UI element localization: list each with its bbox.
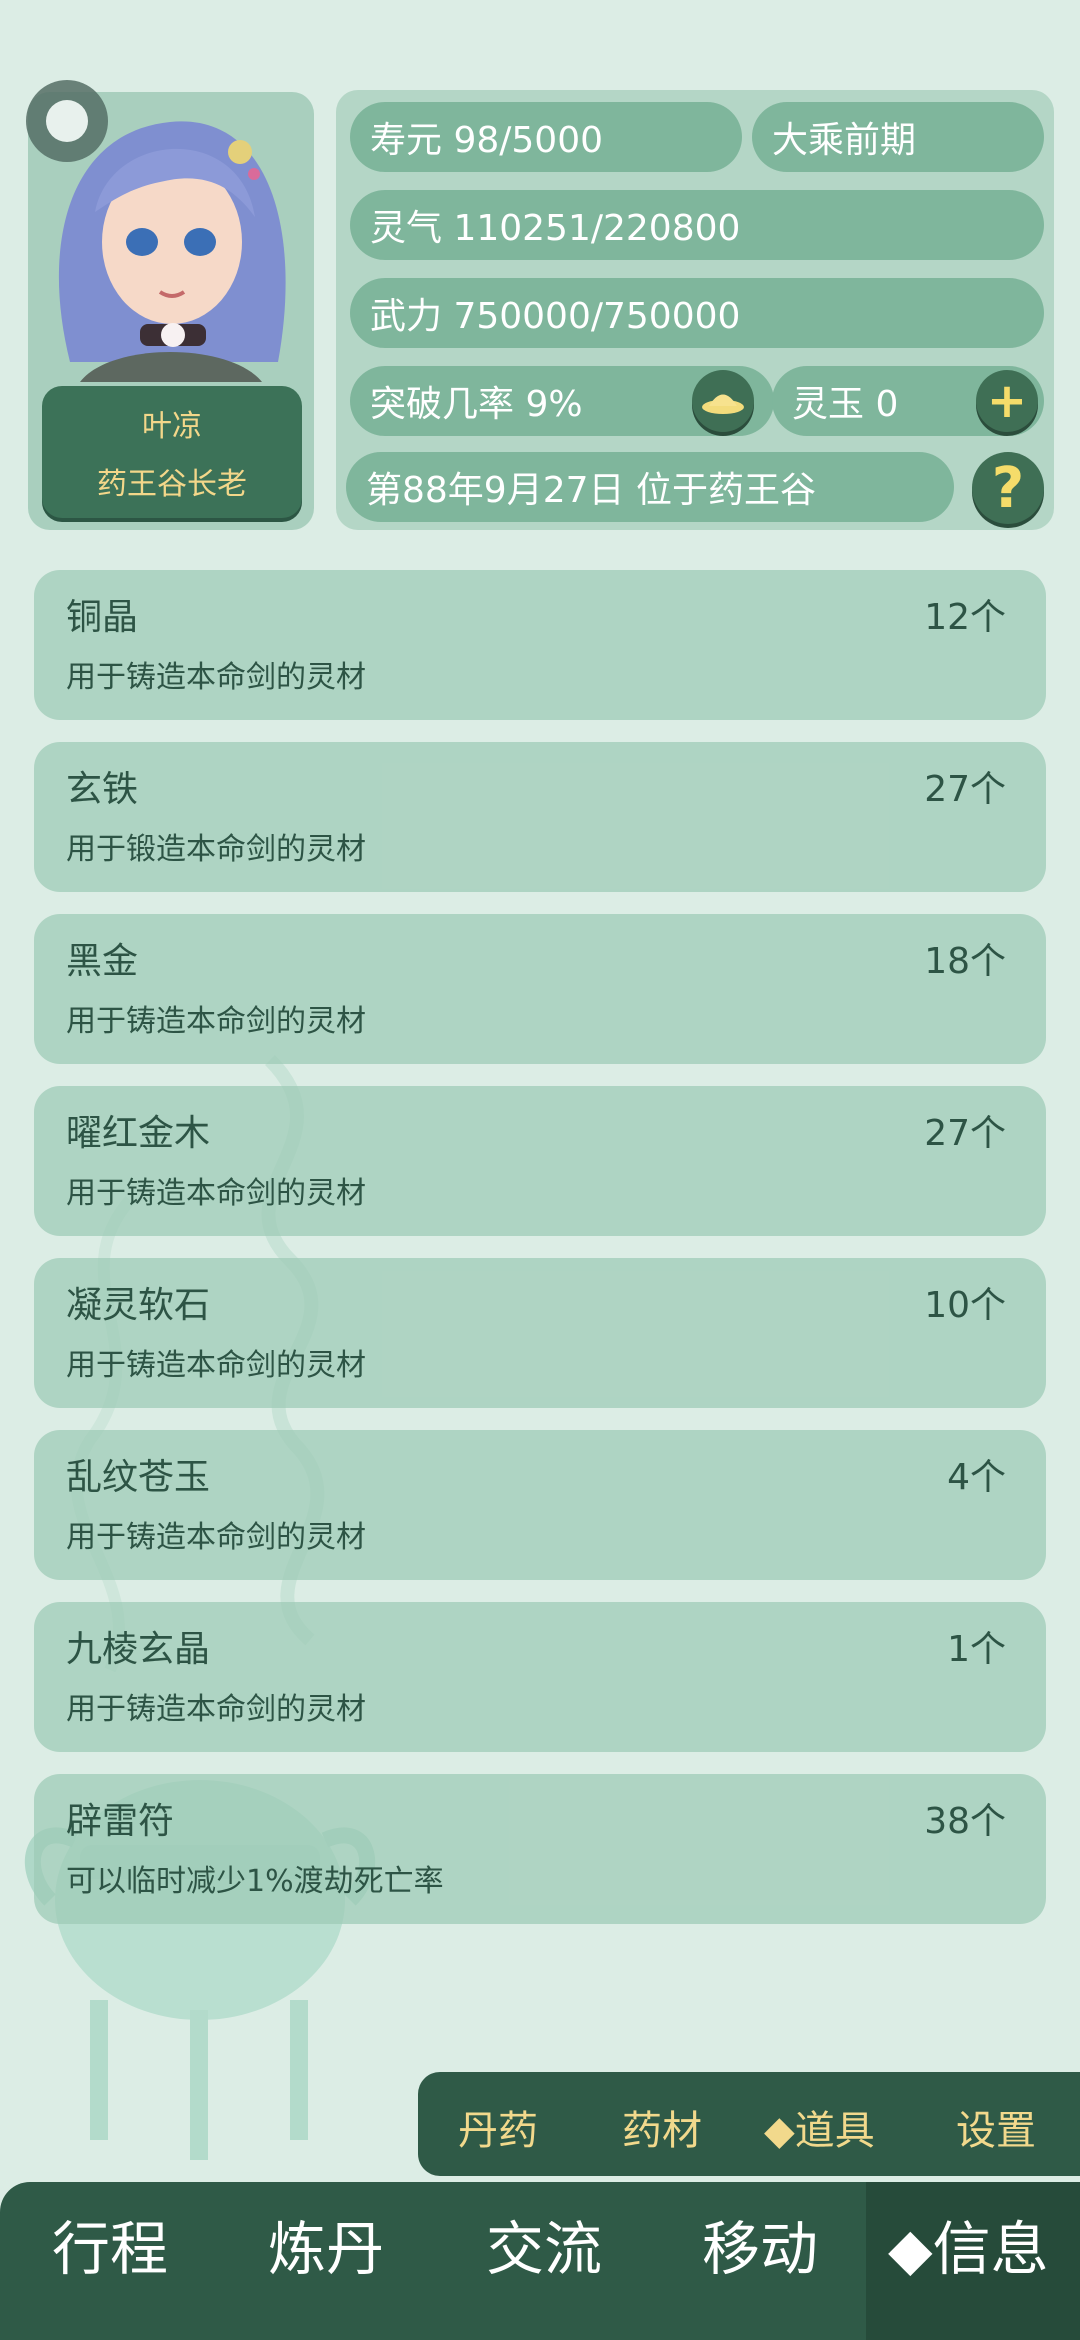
list-item[interactable]: 乱纹苍玉 4个 用于铸造本命剑的灵材 [34,1430,1046,1580]
nav-alchemy[interactable]: 炼丹 [268,2202,384,2286]
subtab-settings[interactable]: 设置 [956,2098,1036,2156]
item-name: 玄铁 [66,769,139,810]
item-count: 4个 [947,1457,1006,1498]
force-stat: 武力 750000/750000 [350,278,1044,348]
toggle-icon[interactable] [26,80,108,162]
item-description: 用于铸造本命剑的灵材 [66,660,366,695]
breakthrough-button[interactable] [692,370,754,432]
plus-icon: + [986,373,1028,429]
lotus-hat-icon [702,394,744,414]
item-description: 用于铸造本命剑的灵材 [66,1004,366,1039]
date-location-stat: 第88年9月27日 位于药王谷 [346,452,954,522]
app-root: 叶凉 药王谷长老 寿元 98/5000 大乘前期 灵气 110251/22080… [0,0,1080,2340]
item-description: 用于铸造本命剑的灵材 [66,1692,366,1727]
character-nameplate[interactable]: 叶凉 药王谷长老 [42,386,302,518]
list-item[interactable]: 铜晶 12个 用于铸造本命剑的灵材 [34,570,1046,720]
add-jade-button[interactable]: + [976,370,1038,432]
stats-panel: 寿元 98/5000 大乘前期 灵气 110251/220800 武力 7500… [336,90,1054,530]
question-icon: ? [991,455,1025,521]
subtab-items[interactable]: ◆道具 [764,2098,875,2156]
item-description: 用于锻造本命剑的灵材 [66,832,366,867]
item-name: 辟雷符 [66,1801,175,1842]
list-item[interactable]: 黑金 18个 用于铸造本命剑的灵材 [34,914,1046,1064]
item-name: 九棱玄晶 [66,1629,211,1670]
item-count: 18个 [924,941,1006,982]
item-description: 用于铸造本命剑的灵材 [66,1176,366,1211]
item-count: 27个 [924,1113,1006,1154]
help-button[interactable]: ? [972,452,1044,524]
nav-move[interactable]: 移动 [702,2202,818,2286]
item-description: 用于铸造本命剑的灵材 [66,1520,366,1555]
jade-stat: 灵玉 0 [792,384,899,425]
breakthrough-stat: 突破几率 9% [370,384,583,425]
character-name: 叶凉 [142,409,202,444]
inventory-subtabs: 丹药 药材 ◆道具 设置 [418,2072,1080,2176]
item-name: 乱纹苍玉 [66,1457,211,1498]
item-count: 12个 [924,597,1006,638]
subtab-pills[interactable]: 丹药 [458,2098,538,2156]
item-count: 1个 [947,1629,1006,1670]
profile-card: 叶凉 药王谷长老 [26,80,314,530]
subtab-herbs[interactable]: 药材 [622,2098,702,2156]
item-count: 10个 [924,1285,1006,1326]
spirit-stat: 灵气 110251/220800 [350,190,1044,260]
item-description: 用于铸造本命剑的灵材 [66,1348,366,1383]
nav-info[interactable]: ◆信息 [888,2202,1049,2286]
character-title: 药王谷长老 [97,467,247,502]
list-item[interactable]: 玄铁 27个 用于锻造本命剑的灵材 [34,742,1046,892]
item-count: 38个 [924,1801,1006,1842]
nav-itinerary[interactable]: 行程 [52,2202,168,2286]
item-name: 凝灵软石 [66,1285,211,1326]
item-description: 可以临时减少1%渡劫死亡率 [66,1864,444,1899]
list-item[interactable]: 凝灵软石 10个 用于铸造本命剑的灵材 [34,1258,1046,1408]
main-nav: 行程 炼丹 交流 移动 ◆信息 [0,2182,1080,2340]
realm-stat: 大乘前期 [752,102,1044,172]
list-item[interactable]: 辟雷符 38个 可以临时减少1%渡劫死亡率 [34,1774,1046,1924]
lifespan-stat: 寿元 98/5000 [350,102,742,172]
nav-communication[interactable]: 交流 [486,2202,602,2286]
list-item[interactable]: 九棱玄晶 1个 用于铸造本命剑的灵材 [34,1602,1046,1752]
list-item[interactable]: 曜红金木 27个 用于铸造本命剑的灵材 [34,1086,1046,1236]
item-count: 27个 [924,769,1006,810]
item-name: 铜晶 [66,597,139,638]
item-name: 黑金 [66,941,139,982]
item-name: 曜红金木 [66,1113,211,1154]
